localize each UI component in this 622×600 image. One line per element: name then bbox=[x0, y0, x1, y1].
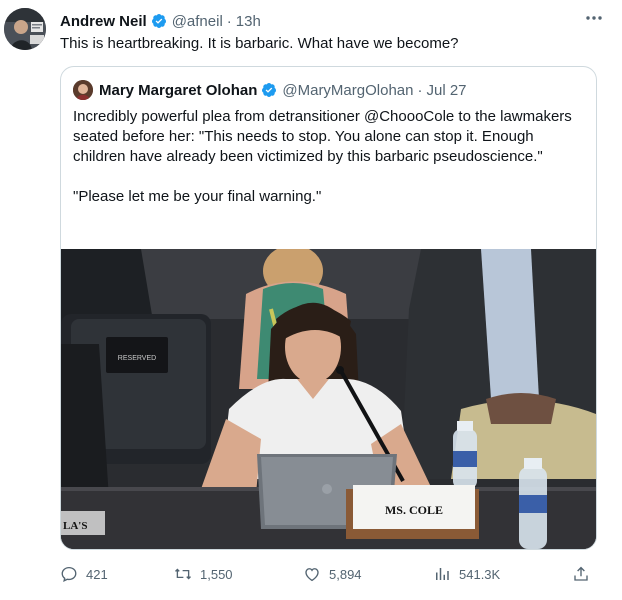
like-count: 5,894 bbox=[329, 566, 362, 582]
more-options-icon[interactable] bbox=[584, 8, 604, 28]
reply-count: 421 bbox=[86, 566, 108, 582]
view-count: 541.3K bbox=[459, 566, 501, 582]
quoted-tweet-header: Mary Margaret Olohan @MaryMargOlohan · J… bbox=[73, 79, 584, 101]
quoted-author-name: Mary Margaret Olohan bbox=[99, 81, 258, 99]
tweet: Andrew Neil @afneil · 13h This is heartb… bbox=[0, 0, 622, 600]
analytics-icon bbox=[436, 568, 449, 580]
heart-icon bbox=[305, 568, 319, 582]
corner-watermark: LA'S bbox=[63, 520, 87, 532]
share-button[interactable] bbox=[572, 563, 598, 585]
author-avatar[interactable] bbox=[4, 8, 46, 50]
quoted-tweet-text: Incredibly powerful plea from detransiti… bbox=[73, 107, 582, 207]
retweet-count: 1,550 bbox=[200, 566, 233, 582]
like-button[interactable]: 5,894 bbox=[303, 563, 362, 585]
author-handle[interactable]: @afneil bbox=[172, 13, 223, 30]
nameplate-text: MS. COLE bbox=[385, 503, 443, 517]
video-media[interactable]: RESERVED MS. COLE LA'S bbox=[61, 249, 596, 549]
tweet-text: This is heartbreaking. It is barbaric. W… bbox=[60, 35, 459, 52]
separator-dot: · bbox=[417, 81, 423, 99]
tweet-timestamp[interactable]: 13h bbox=[236, 13, 261, 30]
reply-icon bbox=[61, 566, 77, 582]
quoted-author-avatar bbox=[73, 80, 93, 100]
retweet-button[interactable]: 1,550 bbox=[174, 563, 233, 585]
quoted-paragraph: "Please let me be your final warning." bbox=[73, 188, 322, 205]
quoted-tweet-date: Jul 27 bbox=[426, 81, 467, 99]
verified-badge-icon bbox=[151, 14, 166, 29]
action-bar: 421 1,550 5,894 541.3K bbox=[60, 563, 600, 585]
tweet-header: Andrew Neil @afneil · 13h bbox=[60, 10, 592, 32]
retweet-icon bbox=[175, 568, 191, 580]
reply-button[interactable]: 421 bbox=[60, 563, 108, 585]
hearing-video-still: RESERVED MS. COLE LA'S bbox=[61, 249, 596, 549]
separator-dot: · bbox=[226, 12, 232, 30]
views-button[interactable]: 541.3K bbox=[433, 563, 500, 585]
reserved-sign: RESERVED bbox=[118, 355, 156, 362]
share-icon bbox=[574, 566, 588, 581]
quoted-paragraph: Incredibly powerful plea from detransiti… bbox=[73, 108, 572, 165]
quoted-tweet[interactable]: Mary Margaret Olohan @MaryMargOlohan · J… bbox=[60, 66, 597, 550]
author-name[interactable]: Andrew Neil bbox=[60, 13, 147, 30]
quoted-author-handle: @MaryMargOlohan bbox=[282, 81, 414, 99]
verified-badge-icon bbox=[262, 83, 277, 98]
